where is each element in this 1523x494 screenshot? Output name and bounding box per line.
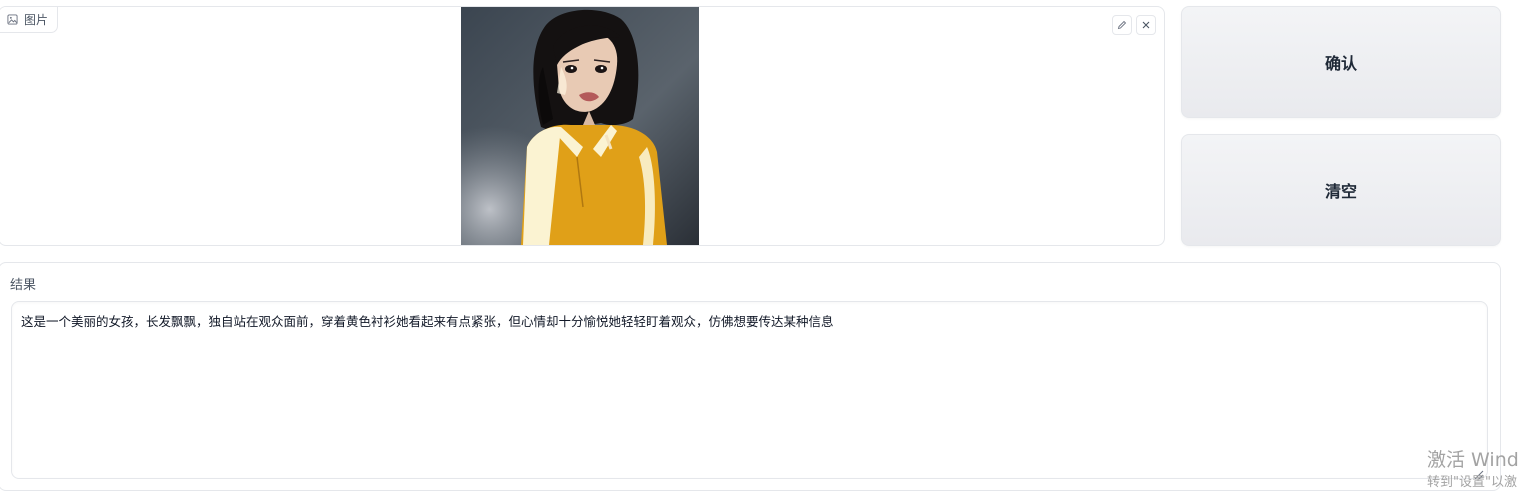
result-panel: 结果 这是一个美丽的女孩，长发飘飘，独自站在观众面前，穿着黄色衬衫她看起来有点紧… (0, 262, 1501, 491)
pencil-icon (1117, 20, 1127, 30)
remove-image-button[interactable] (1136, 15, 1156, 35)
image-block-label: 图片 (0, 7, 59, 33)
windows-activation-watermark: 激活 Wind 转到"设置"以激 (1427, 448, 1519, 492)
watermark-line-1: 激活 Wind (1427, 449, 1519, 471)
image-icon (7, 14, 18, 25)
confirm-button[interactable]: 确认 (1181, 6, 1501, 118)
edit-image-button[interactable] (1112, 15, 1132, 35)
result-textbox[interactable]: 这是一个美丽的女孩，长发飘飘，独自站在观众面前，穿着黄色衬衫她看起来有点紧张，但… (11, 301, 1488, 479)
clear-button[interactable]: 清空 (1181, 134, 1501, 246)
image-input-panel[interactable]: 图片 (0, 6, 1165, 246)
uploaded-image-preview (461, 7, 699, 245)
result-label: 结果 (10, 278, 37, 293)
image-block-label-text: 图片 (24, 13, 49, 27)
watermark-line-2: 转到"设置"以激 (1427, 475, 1517, 490)
app-root: 图片 确认 清空 结果 这是一个美丽的女孩，长发飘飘，独自站在观众面前，穿着黄色… (0, 0, 1523, 494)
close-icon (1142, 21, 1150, 29)
